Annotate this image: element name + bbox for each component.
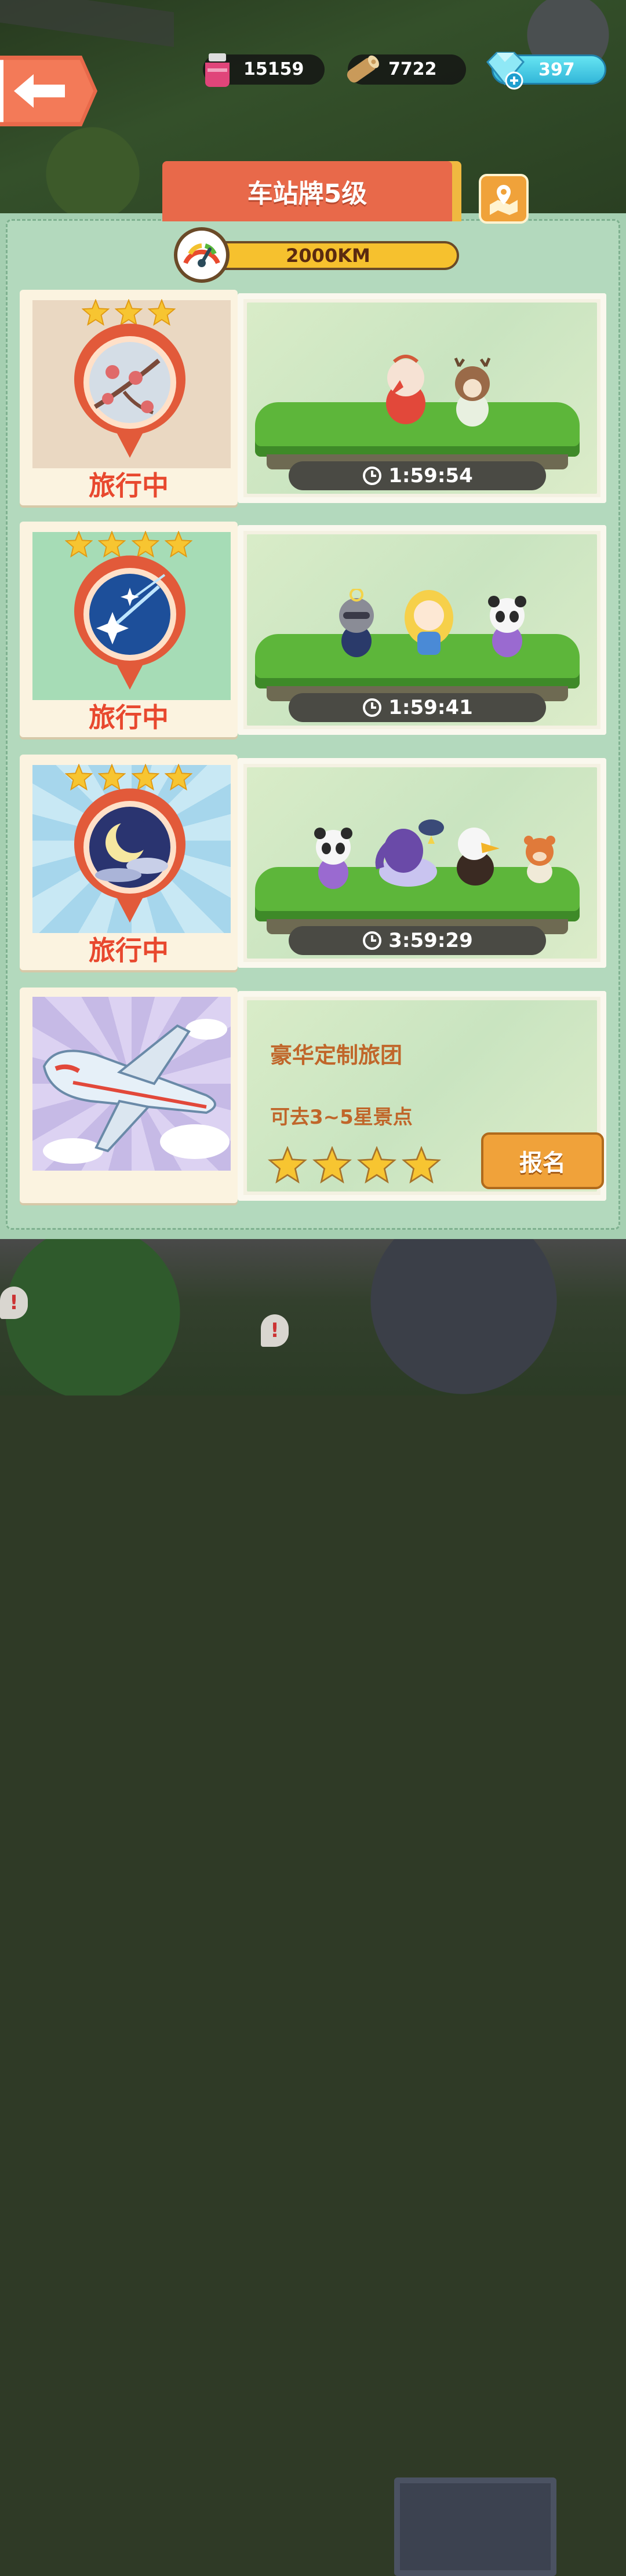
plum-blossom-icon bbox=[74, 323, 185, 458]
speedometer-icon bbox=[174, 227, 230, 283]
trip-destination-panel: 旅行中 bbox=[20, 522, 238, 737]
background-building bbox=[394, 2477, 556, 2576]
tapir-character-icon bbox=[375, 819, 444, 887]
clock-icon bbox=[363, 698, 382, 717]
wood-resource: 7722 bbox=[347, 54, 466, 85]
map-button[interactable] bbox=[479, 174, 529, 224]
trip-timer-value: 1:59:54 bbox=[388, 464, 473, 487]
trip-timer: 1:59:54 bbox=[289, 461, 546, 490]
trip-timer: 1:59:41 bbox=[289, 693, 546, 722]
airplane-icon bbox=[42, 1019, 230, 1164]
eagle-character-icon bbox=[457, 828, 500, 886]
custom-tour-image-panel bbox=[20, 988, 238, 1203]
back-arrow-icon bbox=[14, 74, 65, 108]
potion-resource: 15159 bbox=[203, 53, 325, 87]
trip-status: 旅行中 bbox=[89, 935, 169, 966]
clock-icon bbox=[363, 931, 382, 950]
trip-card[interactable]: 旅行中 1:59:41 bbox=[16, 519, 610, 741]
wood-icon bbox=[347, 55, 379, 83]
warning-bubble-icon[interactable]: ! bbox=[0, 1287, 28, 1319]
background-path bbox=[0, 0, 174, 48]
gem-count: 397 bbox=[538, 60, 575, 80]
trip-destination-panel: 旅行中 bbox=[20, 290, 238, 505]
potion-icon bbox=[205, 53, 230, 87]
panel-title: 车站牌5级 bbox=[162, 161, 452, 221]
custom-tour-card: 豪华定制旅团 可去3~5星景点 报名 bbox=[16, 985, 610, 1207]
shooting-star-icon bbox=[74, 555, 185, 690]
trip-scene: 1:59:41 bbox=[238, 525, 606, 735]
custom-tour-title: 豪华定制旅团 bbox=[270, 1043, 403, 1068]
raccoon-character-icon bbox=[339, 589, 374, 657]
moon-night-icon bbox=[74, 788, 185, 923]
bear-character-icon bbox=[524, 836, 555, 883]
map-pin-icon bbox=[490, 185, 518, 215]
trip-timer-value: 3:59:29 bbox=[388, 929, 473, 952]
background-scene-bottom bbox=[0, 1237, 626, 2576]
custom-tour-subtitle: 可去3~5星景点 bbox=[270, 1106, 413, 1129]
deer-character-icon bbox=[454, 358, 491, 427]
trip-status: 旅行中 bbox=[89, 702, 169, 733]
custom-tour-thumbnail bbox=[32, 997, 231, 1171]
gem-icon bbox=[486, 52, 525, 90]
panda-character-icon bbox=[314, 828, 352, 889]
trip-timer: 3:59:29 bbox=[289, 926, 546, 955]
star-icon bbox=[402, 1146, 442, 1183]
trip-timer-value: 1:59:41 bbox=[388, 696, 473, 719]
bird-character-icon bbox=[386, 355, 425, 424]
wood-count: 7722 bbox=[388, 59, 437, 79]
trip-destination-panel: 旅行中 bbox=[20, 755, 238, 970]
star-icon bbox=[268, 1146, 307, 1183]
star-icon bbox=[312, 1146, 352, 1183]
back-button[interactable] bbox=[0, 56, 97, 126]
custom-tour-info: 豪华定制旅团 可去3~5星景点 报名 bbox=[238, 991, 606, 1201]
warning-bubble-icon[interactable]: ! bbox=[261, 1314, 289, 1347]
panda-character-icon bbox=[488, 596, 526, 657]
trip-scene: 1:59:54 bbox=[238, 293, 606, 503]
trip-scene: 3:59:29 bbox=[238, 758, 606, 968]
potion-count: 15159 bbox=[243, 59, 304, 79]
clock-icon bbox=[363, 467, 382, 485]
trip-card[interactable]: 旅行中 3:59:29 bbox=[16, 752, 610, 974]
girl-character-icon bbox=[405, 590, 453, 655]
distance-value: 2000KM bbox=[286, 245, 370, 267]
distance-bar: 2000KM bbox=[197, 241, 459, 270]
gem-resource[interactable]: 397 bbox=[486, 52, 606, 90]
star-icon bbox=[357, 1146, 397, 1183]
signup-button[interactable]: 报名 bbox=[481, 1132, 604, 1189]
trip-status: 旅行中 bbox=[89, 470, 169, 501]
star-rating bbox=[267, 1146, 442, 1186]
trip-card[interactable]: 旅行中 1:59:54 bbox=[16, 287, 610, 509]
